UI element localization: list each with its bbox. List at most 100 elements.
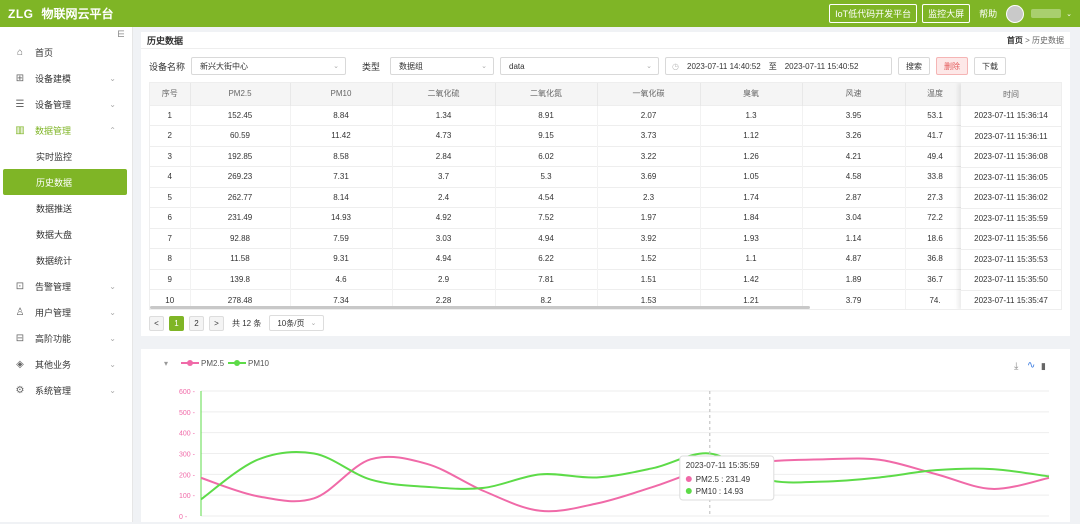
table-cell: 2.87 [802,186,906,208]
table-cell: 4 [150,166,191,187]
prev-page-button[interactable]: < [149,315,164,331]
table-row[interactable]: 9 139.8 4.6 2.9 7.81 1.51 1.42 1.89 36.7 [150,268,966,290]
table-cell: 92.88 [190,227,291,249]
type-select[interactable]: 数据组 ⌄ [390,57,495,75]
sidebar-item-system[interactable]: ⚙ 系统管理 ⌄ [0,377,132,403]
sidebar-item-data-manage[interactable]: ▥ 数据管理 ⌃ [0,117,132,143]
monitor-screen-button[interactable]: 监控大屏 [922,4,971,23]
table-row[interactable]: 5 262.77 8.14 2.4 4.54 2.3 1.74 2.87 27.3 [150,186,966,208]
table-cell: 36.8 [905,248,966,269]
table-row[interactable]: 7 92.88 7.59 3.03 4.94 3.92 1.93 1.14 18.6 [150,227,966,249]
help-link[interactable]: 帮助 [979,7,997,20]
table-cell: 3.7 [392,166,496,187]
time-cell: 2023-07-11 15:36:11 [961,125,1061,147]
sidebar-sub-stats[interactable]: 数据统计 [0,247,132,273]
time-column: 时间 2023-07-11 15:36:14 2023-07-11 15:36:11… [961,83,1061,309]
sidebar-item-label: 首页 [35,47,54,58]
sidebar-item-alarm[interactable]: ⊡ 告警管理 ⌄ [0,273,132,299]
table-cell: 2.84 [392,145,496,167]
sidebar-item-users[interactable]: ♙ 用户管理 ⌄ [0,299,132,325]
sidebar-sub-push[interactable]: 数据推送 [0,195,132,221]
column-header[interactable]: 温度 [905,83,966,105]
main-content: 历史数据 首页 > 历史数据 设备名称 新兴大街中心 ⌄ 类型 数据组 ⌄ data… [141,32,1070,336]
settings-icon: ⚙ [15,384,25,396]
sidebar-item-label: 设备管理 [35,99,72,110]
legend-marker [234,360,240,366]
table-cell: 7.59 [290,227,393,249]
download-icon: ⤓ [1014,361,1019,372]
chevron-down-icon: ⌄ [333,63,340,70]
column-header[interactable]: 一氧化碳 [597,83,701,105]
table-cell: 1.52 [597,248,701,269]
crumb-home[interactable]: 首页 [1007,36,1023,45]
total-count: 共 12 条 [232,318,262,328]
sidebar-sub-realtime[interactable]: 实时监控 [0,143,132,169]
y-tick-label: 400 - [179,431,196,438]
sidebar-item-label: 用户管理 [35,307,72,318]
table-cell: 53.1 [905,104,966,126]
end-time[interactable]: 2023-07-11 15:40:52 [785,62,859,71]
range-to: 至 [768,61,777,71]
advanced-icon: ⊟ [15,332,25,344]
column-header[interactable]: 臭氧 [700,83,803,105]
table-cell: 2.3 [597,186,701,208]
table-cell: 2.4 [392,186,496,208]
table-cell: 2 [150,125,191,146]
time-column-header[interactable]: 时间 [961,83,1061,105]
time-cell: 2023-07-11 15:35:50 [961,269,1061,290]
column-header[interactable]: PM10 [290,83,393,105]
next-page-button[interactable]: > [209,315,224,331]
delete-button[interactable]: 删除 [936,57,969,75]
username-blurred[interactable] [1031,9,1062,18]
sidebar-item-device-model[interactable]: ⊞ 设备建模 ⌄ [0,65,132,91]
start-time[interactable]: 2023-07-11 14:40:52 [687,62,761,71]
table-cell: 3.69 [597,166,701,187]
sidebar-item-label: 其他业务 [35,359,72,370]
sidebar-item-advanced[interactable]: ⊟ 高阶功能 ⌄ [0,325,132,351]
chevron-down-icon[interactable]: ⌄ [1066,10,1072,18]
sidebar-sub-history[interactable]: 历史数据 [3,169,127,195]
sidebar-item-device-manage[interactable]: ☰ 设备管理 ⌄ [0,91,132,117]
sidebar-item-other[interactable]: ◈ 其他业务 ⌄ [0,351,132,377]
table-row[interactable]: 2 60.59 11.42 4.73 9.15 3.73 1.12 3.26 41.7 [150,125,966,146]
table-row[interactable]: 3 192.85 8.58 2.84 6.02 3.22 1.26 4.21 49.4 [150,145,966,167]
y-tick-label: 600 - [179,389,196,396]
y-tick-label: 200 - [179,472,196,479]
table-cell: 6.02 [495,145,598,167]
chevron-down-icon: ⌄ [109,359,116,369]
iot-lowcode-button[interactable]: IoT低代码开发平台 [829,4,918,23]
y-tick-label: 100 - [179,493,196,500]
table-row[interactable]: 8 11.58 9.31 4.94 6.22 1.52 1.1 4.87 36.8 [150,248,966,269]
filter-bar: 设备名称 新兴大街中心 ⌄ 类型 数据组 ⌄ data ⌄ ◷ 2023-07-11 … [149,55,1062,77]
date-range-picker[interactable]: ◷ 2023-07-11 14:40:52 至 2023-07-11 15:40… [665,57,893,75]
table-cell: 4.92 [392,207,496,228]
table-row[interactable]: 6 231.49 14.93 4.92 7.52 1.97 1.84 3.04 72.2 [150,207,966,228]
table-cell: 41.7 [905,125,966,146]
table-row[interactable]: 4 269.23 7.31 3.7 5.3 3.69 1.05 4.58 33.8 [150,166,966,187]
time-cell: 2023-07-11 15:36:05 [961,166,1061,188]
sidebar-sub-dashboard[interactable]: 数据大盘 [0,221,132,247]
avatar[interactable] [1006,4,1025,23]
column-header[interactable]: 风速 [802,83,906,105]
table-cell: 231.49 [190,207,291,228]
page-2-button[interactable]: 2 [189,315,204,331]
search-button[interactable]: 搜索 [898,57,931,75]
sidebar-item-home[interactable]: ⌂ 首页 [0,39,132,65]
page-size-select[interactable]: 10条/页 ⌄ [269,315,325,331]
column-header[interactable]: 二氧化氮 [495,83,598,105]
download-button[interactable]: 下载 [974,57,1007,75]
horizontal-scrollbar[interactable] [150,306,810,309]
device-select[interactable]: 新兴大街中心 ⌄ [191,57,347,75]
chevron-down-icon: ⌄ [109,281,116,291]
table-cell: 7.52 [495,207,598,228]
column-header[interactable]: 序号 [150,83,191,105]
table-cell: 4.58 [802,166,906,187]
table-cell: 4.6 [290,268,393,290]
data-group-select[interactable]: data ⌄ [500,57,660,75]
model-icon: ⊞ [15,72,25,84]
legend-label: PM2.5 [201,359,225,368]
column-header[interactable]: PM2.5 [190,83,291,105]
table-row[interactable]: 1 152.45 8.84 1.34 8.91 2.07 1.3 3.95 53.1 [150,104,966,126]
column-header[interactable]: 二氧化硫 [392,83,496,105]
page-1-button[interactable]: 1 [169,315,184,331]
